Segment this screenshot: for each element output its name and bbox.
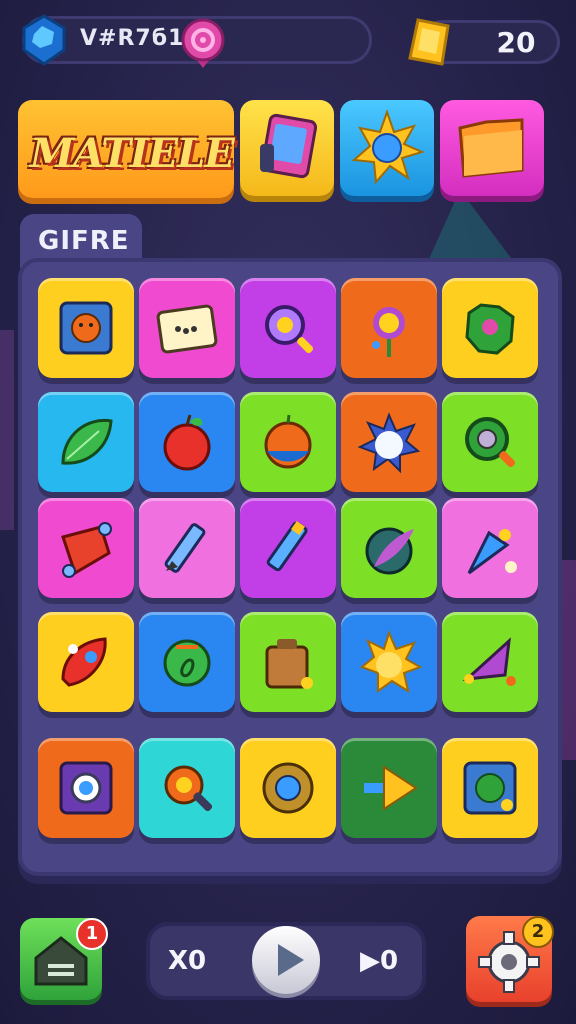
- grid-tile[interactable]: [240, 392, 336, 492]
- play-icon: [278, 944, 304, 976]
- grid-tile[interactable]: [139, 612, 235, 712]
- grid-tile[interactable]: [341, 392, 437, 492]
- grid-tile[interactable]: [240, 738, 336, 838]
- grid-tile[interactable]: [38, 738, 134, 838]
- frame-icon: [59, 761, 113, 815]
- card-icon: [156, 304, 218, 354]
- monster-card-icon: [59, 301, 113, 355]
- purple-cone-icon: [462, 637, 516, 686]
- grid-tile[interactable]: [139, 498, 235, 598]
- background-shape: [0, 330, 14, 530]
- play-button[interactable]: [252, 926, 320, 994]
- coin-value: 20: [496, 26, 536, 59]
- green-monster-icon: [465, 303, 515, 355]
- tab-folder[interactable]: [440, 100, 544, 196]
- tablet-icon: [260, 113, 318, 179]
- green-button-icon: [463, 761, 517, 815]
- grid-tile[interactable]: [139, 738, 235, 838]
- rocket-icon: [61, 637, 107, 687]
- magnifier-icon: [265, 305, 314, 354]
- grid-tile[interactable]: [442, 612, 538, 712]
- grid-tile[interactable]: [38, 498, 134, 598]
- tab-sun[interactable]: [340, 100, 434, 196]
- tab-tablet[interactable]: [240, 100, 334, 196]
- blue-gem-icon[interactable]: [20, 14, 68, 66]
- grid-tile[interactable]: [38, 278, 134, 378]
- item-grid: [38, 278, 538, 844]
- box-icon: [265, 639, 313, 689]
- green-magnifier-icon: [465, 417, 516, 468]
- feather-icon: [365, 527, 414, 575]
- grid-tile[interactable]: [139, 392, 235, 492]
- pink-orb-icon[interactable]: [180, 18, 226, 70]
- grid-tile[interactable]: [240, 612, 336, 712]
- grid-tile[interactable]: [442, 392, 538, 492]
- flower-icon: [372, 307, 405, 357]
- blue-pencil-icon: [266, 521, 308, 572]
- left-control[interactable]: X0: [168, 946, 206, 976]
- arrow-icon: [364, 765, 418, 811]
- grid-tile[interactable]: [341, 612, 437, 712]
- sun-icon: [360, 630, 423, 694]
- grid-tile[interactable]: [240, 278, 336, 378]
- game-title: MATIELE: [30, 130, 235, 177]
- folder-icon: [458, 118, 524, 178]
- grid-tile[interactable]: [240, 498, 336, 598]
- blue-gear-icon: [262, 762, 314, 814]
- grid-tile[interactable]: [341, 278, 437, 378]
- apple-icon: [163, 414, 211, 471]
- gold-gem-icon: [404, 16, 454, 68]
- star-burst-icon: [357, 412, 421, 474]
- panel-label: GIFRE: [38, 226, 130, 256]
- grid-tile[interactable]: [442, 278, 538, 378]
- leaf-icon: [61, 418, 113, 465]
- grid-tile[interactable]: [38, 612, 134, 712]
- grid-tile[interactable]: [341, 738, 437, 838]
- sun-icon: [351, 108, 425, 185]
- home-badge: 1: [76, 918, 108, 950]
- green-orb-icon: [163, 639, 211, 687]
- grid-tile[interactable]: [341, 498, 437, 598]
- diamond-icon: [61, 522, 112, 578]
- grid-tile[interactable]: [442, 738, 538, 838]
- settings-badge: 2: [522, 916, 554, 948]
- grid-tile[interactable]: [442, 498, 538, 598]
- player-code: V#R7б1: [80, 26, 185, 51]
- right-control[interactable]: ▶0: [360, 946, 398, 976]
- tomato-icon: [264, 414, 312, 469]
- cone-icon: [467, 529, 517, 575]
- pencil-icon: [164, 523, 206, 573]
- grid-tile[interactable]: [38, 392, 134, 492]
- grid-tile[interactable]: [139, 278, 235, 378]
- gear-wrench-icon: [164, 765, 213, 812]
